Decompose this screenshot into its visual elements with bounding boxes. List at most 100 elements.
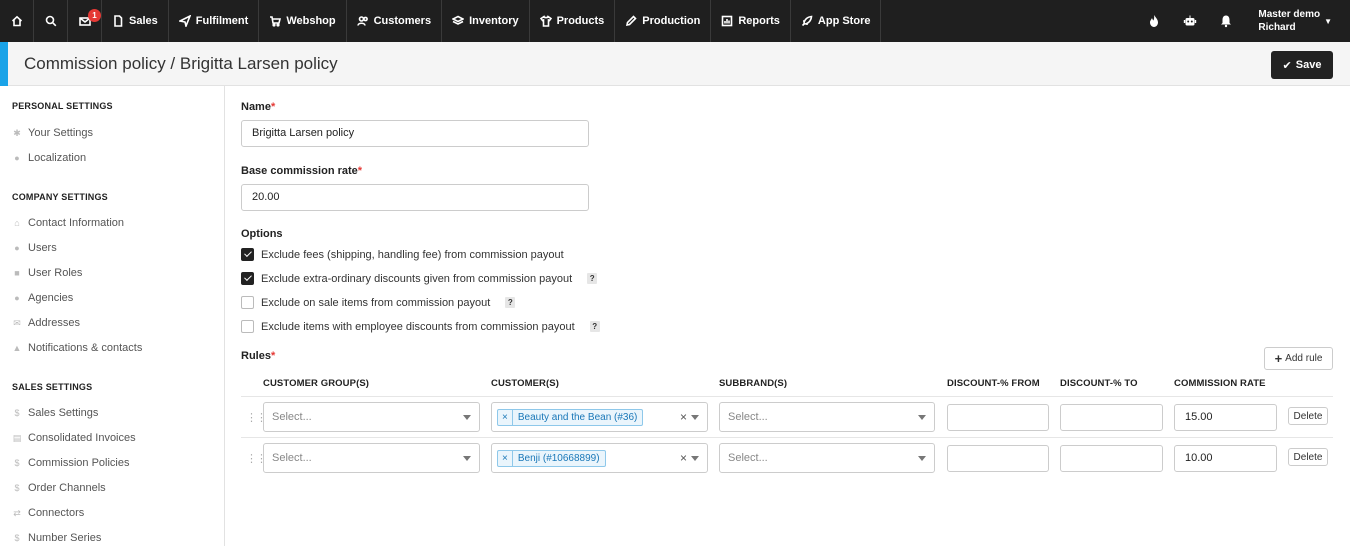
dollar-icon: $	[14, 533, 20, 543]
pencil-icon	[626, 15, 637, 27]
checkbox-unchecked[interactable]	[241, 296, 254, 309]
add-rule-label: Add rule	[1285, 353, 1323, 364]
customer-tag-label: Beauty and the Bean (#36)	[517, 412, 638, 423]
notification-count-badge: 1	[88, 9, 101, 22]
sidebar-item-label: Localization	[28, 152, 87, 164]
option-exclude-extra-discounts[interactable]: Exclude extra-ordinary discounts given f…	[241, 272, 598, 285]
delete-rule-button[interactable]: Delete	[1288, 407, 1328, 425]
sidebar-item-consolidated-invoices[interactable]: ▤ Consolidated Invoices	[12, 432, 136, 444]
discount-from-input[interactable]	[947, 404, 1049, 431]
nav-products[interactable]: Products	[530, 0, 616, 42]
base-rate-label: Base commission rate*	[241, 165, 363, 177]
name-input[interactable]: Brigitta Larsen policy	[241, 120, 589, 147]
sidebar-item-commission-policies[interactable]: $ Commission Policies	[12, 457, 129, 469]
options-label: Options	[241, 228, 283, 240]
sidebar-item-localization[interactable]: ● Localization	[12, 152, 86, 164]
home-icon: ⌂	[14, 218, 20, 228]
checkbox-checked[interactable]	[241, 272, 254, 285]
nav-fulfilment-label: Fulfilment	[195, 15, 249, 27]
discount-to-input[interactable]	[1060, 445, 1163, 472]
sidebar-item-your-settings[interactable]: ✱ Your Settings	[12, 127, 93, 139]
delete-rule-button[interactable]: Delete	[1288, 448, 1328, 466]
checkbox-unchecked[interactable]	[241, 320, 254, 333]
robot-icon[interactable]	[1172, 14, 1208, 28]
sidebar-item-contact-information[interactable]: ⌂ Contact Information	[12, 217, 124, 229]
sidebar-item-label: Consolidated Invoices	[28, 432, 136, 444]
dollar-icon: $	[14, 408, 20, 418]
nav-reports[interactable]: Reports	[711, 0, 791, 42]
nav-right-tools: Master demo Richard ▼	[1136, 0, 1350, 42]
nav-webshop[interactable]: Webshop	[259, 0, 347, 42]
customer-tag-label: Benji (#10668899)	[517, 453, 600, 464]
sidebar-item-agencies[interactable]: ● Agencies	[12, 292, 73, 304]
sidebar-item-user-roles[interactable]: ■ User Roles	[12, 267, 82, 279]
nav-customers[interactable]: Customers	[347, 0, 443, 42]
customer-select[interactable]: × Beauty and the Bean (#36) ×	[491, 402, 708, 432]
nav-app-store[interactable]: App Store	[791, 0, 882, 42]
user-name: Richard	[1258, 22, 1296, 33]
clear-icon[interactable]: ×	[680, 451, 687, 465]
remove-tag-icon[interactable]: ×	[498, 451, 513, 466]
customer-group-select[interactable]: Select...	[263, 443, 480, 473]
caret-down-icon: ▼	[1324, 16, 1332, 26]
exchange-icon: ⇄	[13, 508, 21, 518]
sidebar-item-number-series[interactable]: $ Number Series	[12, 532, 101, 544]
sidebar-item-addresses[interactable]: ✉ Addresses	[12, 317, 80, 329]
nav-customers-label: Customers	[373, 15, 432, 27]
sidebar-item-notifications[interactable]: ▲ Notifications & contacts	[12, 342, 143, 354]
commission-rate-input[interactable]: 15.00	[1174, 404, 1277, 431]
bell-icon[interactable]	[1208, 14, 1244, 28]
name-label: Name*	[241, 101, 276, 113]
nav-production[interactable]: Production	[615, 0, 712, 42]
option-exclude-on-sale[interactable]: Exclude on sale items from commission pa…	[241, 296, 516, 309]
column-header-customer-groups: CUSTOMER GROUP(S)	[263, 378, 370, 389]
save-button[interactable]: ✔ Save	[1271, 51, 1333, 79]
home-icon[interactable]	[0, 0, 34, 42]
checkbox-checked[interactable]	[241, 248, 254, 261]
customer-group-select[interactable]: Select...	[263, 402, 480, 432]
discount-from-input[interactable]	[947, 445, 1049, 472]
fire-icon[interactable]	[1136, 14, 1172, 28]
discount-to-input[interactable]	[1060, 404, 1163, 431]
gear-icon: ✱	[13, 128, 21, 138]
option-exclude-fees[interactable]: Exclude fees (shipping, handling fee) fr…	[241, 248, 564, 261]
title-bar: Commission policy / Brigitta Larsen poli…	[0, 42, 1350, 86]
document-icon	[114, 15, 123, 27]
users-icon	[356, 16, 368, 26]
commission-rate-input[interactable]: 10.00	[1174, 445, 1277, 472]
clear-icon[interactable]: ×	[680, 410, 687, 424]
option-label: Exclude on sale items from commission pa…	[261, 296, 491, 309]
lock-icon: ■	[14, 268, 20, 278]
option-exclude-employee-discounts[interactable]: Exclude items with employee discounts fr…	[241, 320, 600, 333]
nav-app-store-label: App Store	[817, 15, 871, 27]
option-label: Exclude extra-ordinary discounts given f…	[261, 272, 573, 285]
subbrand-select[interactable]: Select...	[719, 402, 935, 432]
sidebar-item-connectors[interactable]: ⇄ Connectors	[12, 507, 84, 519]
sidebar-item-label: Users	[28, 242, 57, 254]
subbrand-select[interactable]: Select...	[719, 443, 935, 473]
select-placeholder: Select...	[728, 411, 768, 423]
sidebar-heading-personal: PERSONAL SETTINGS	[12, 101, 113, 111]
select-placeholder: Select...	[272, 411, 312, 423]
search-icon[interactable]	[34, 0, 68, 42]
option-label: Exclude fees (shipping, handling fee) fr…	[261, 248, 564, 261]
sidebar-item-label: Number Series	[28, 532, 102, 544]
help-icon[interactable]: ?	[505, 297, 516, 308]
sidebar-item-label: Order Channels	[28, 482, 106, 494]
remove-tag-icon[interactable]: ×	[498, 410, 513, 425]
nav-fulfilment[interactable]: Fulfilment	[169, 0, 260, 42]
help-icon[interactable]: ?	[587, 273, 598, 284]
customer-select[interactable]: × Benji (#10668899) ×	[491, 443, 708, 473]
sidebar-item-order-channels[interactable]: $ Order Channels	[12, 482, 106, 494]
nav-inventory[interactable]: Inventory	[442, 0, 530, 42]
nav-sales[interactable]: Sales	[102, 0, 169, 42]
sidebar-item-users[interactable]: ● Users	[12, 242, 57, 254]
user-menu[interactable]: Master demo Richard ▼	[1244, 8, 1350, 34]
add-rule-button[interactable]: + Add rule	[1264, 347, 1333, 370]
chart-icon	[722, 15, 733, 27]
help-icon[interactable]: ?	[589, 321, 600, 332]
base-rate-input[interactable]: 20.00	[241, 184, 589, 211]
nav-reports-label: Reports	[738, 15, 780, 27]
sidebar-item-sales-settings[interactable]: $ Sales Settings	[12, 407, 98, 419]
page-title: Commission policy / Brigitta Larsen poli…	[24, 54, 338, 73]
